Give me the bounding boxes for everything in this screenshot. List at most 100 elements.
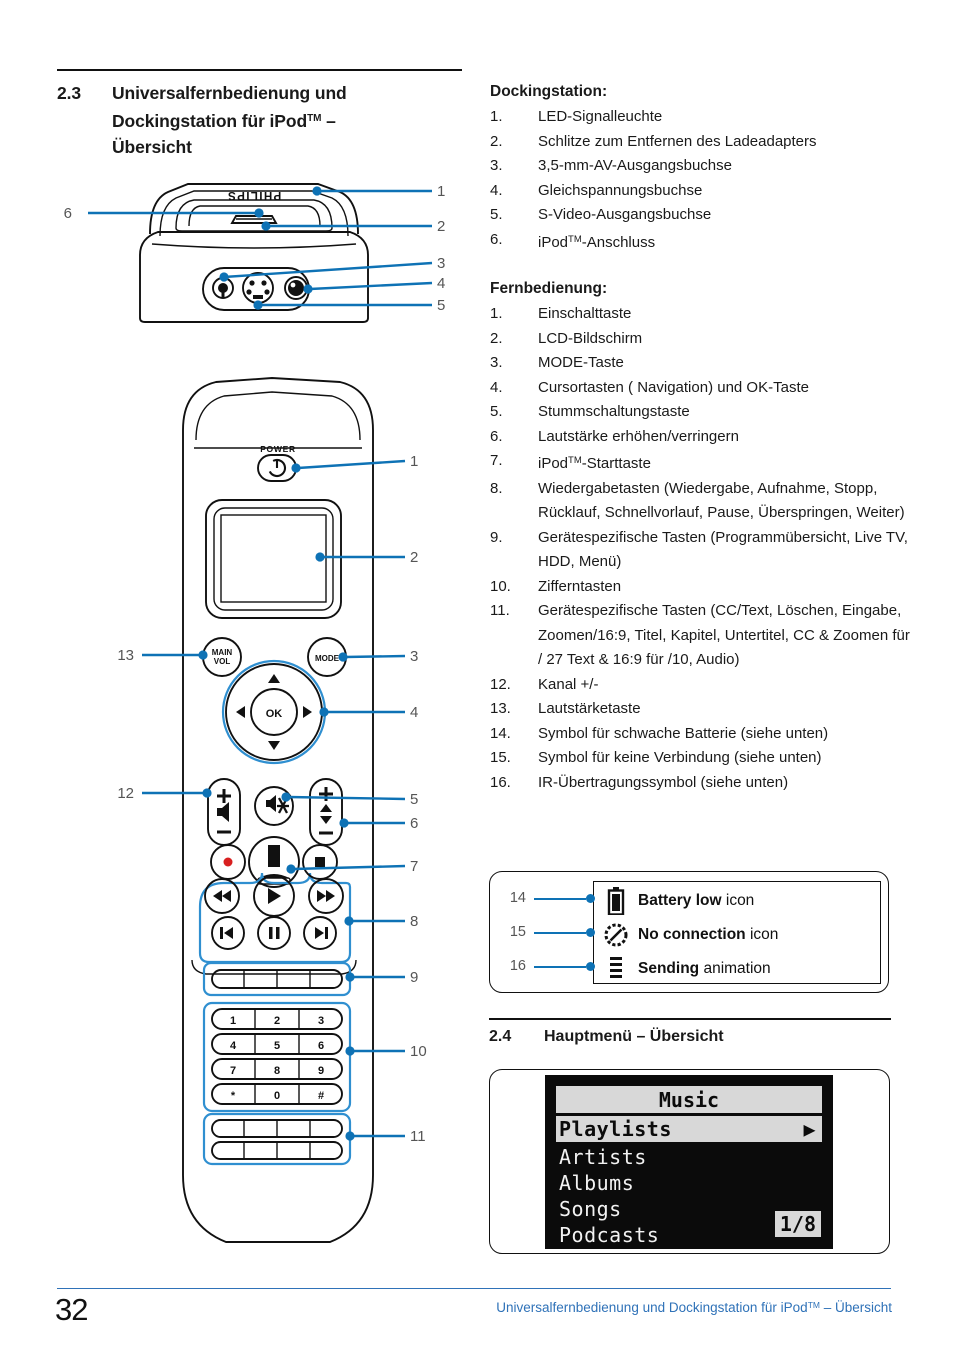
icon-legend-box: Battery low icon No connection icon Send…	[489, 871, 889, 993]
stop-icon	[315, 857, 325, 867]
lcd-menu-item[interactable]: Albums	[556, 1170, 822, 1196]
cursor-right-icon	[303, 706, 312, 718]
page-title-line-2: Dockingstation für iPodTM –	[112, 106, 477, 134]
legend-dot-16	[586, 962, 595, 971]
play-button	[253, 875, 295, 917]
list-label: Symbol für schwache Batterie (siehe unte…	[538, 724, 829, 742]
list-index: 16.	[490, 773, 511, 791]
legend-label-bold: No connection	[638, 926, 746, 943]
list-item: 15. Symbol für keine Verbindung (siehe un…	[490, 746, 910, 771]
remote-callout-10: 10	[410, 1043, 427, 1060]
legend-dot-15	[586, 928, 595, 937]
stop-button	[302, 844, 338, 880]
page-title-line-1: Universalfernbedienung und	[112, 83, 347, 103]
legend-callout-16: 16	[509, 958, 526, 974]
lcd-screen: Music Playlists ▶ Artists Albums Songs P…	[545, 1075, 833, 1249]
lcd-page-indicator: 1/8	[774, 1211, 821, 1237]
section-24-label: Hauptmenü – Übersicht	[544, 1028, 724, 1045]
remote-lcd-bezel-outer	[205, 499, 342, 619]
fernbedienung-list: 1. Einschalttaste 2. LCD-Bildschirm 3. MODE…	[490, 302, 910, 795]
legend-label-bold: Battery low	[638, 892, 722, 909]
list-item: 13. Lautstärketaste	[490, 697, 910, 722]
keypad-key-6: 6	[318, 1040, 324, 1052]
lcd-menu-item-selected[interactable]: Playlists ▶	[556, 1116, 822, 1142]
legend-label-rest: icon	[745, 926, 779, 943]
footer-caption-b: – Übersicht	[819, 1300, 892, 1315]
pause-button	[257, 916, 291, 950]
list-index: 2.	[490, 132, 503, 150]
keypad-highlight	[202, 1001, 352, 1113]
remote-callout-6: 6	[410, 815, 418, 832]
dockingstation-heading: Dockingstation:	[490, 83, 608, 100]
list-index: 1.	[490, 305, 503, 322]
fast-forward-button	[308, 878, 344, 914]
dock-callout-1: 1	[437, 183, 445, 200]
list-item: 5. Stummschaltungstaste	[490, 400, 910, 425]
device-keys-highlight	[202, 961, 352, 997]
list-index: 13.	[490, 700, 511, 717]
list-label: Einschalttaste	[538, 305, 632, 322]
page-title-line-2-b: –	[321, 111, 336, 131]
ok-label: OK	[266, 708, 283, 720]
remote-lcd-screen	[220, 514, 327, 603]
play-icon	[268, 888, 281, 904]
list-label: Lautstärke erhöhen/verringern	[538, 427, 739, 445]
list-label: Cursortasten ( Navigation) und OK-Taste	[538, 378, 809, 396]
dock-callout-4: 4	[437, 275, 445, 292]
legend-label-rest: icon	[721, 892, 755, 909]
device-key-bar-bottom-1	[211, 1119, 343, 1138]
keypad-key-hash: #	[318, 1090, 324, 1102]
remote-callout-3: 3	[410, 648, 418, 665]
main-vol-label-1: MAIN	[212, 648, 233, 657]
section-24-number: 2.4	[489, 1028, 512, 1045]
list-label: LED-Signalleuchte	[538, 108, 663, 125]
lcd-title-bar: Music	[556, 1086, 822, 1113]
list-item: 14. Symbol für schwache Batterie (siehe u…	[490, 722, 910, 747]
dock-callout-3: 3	[437, 255, 445, 272]
list-label-b: -Starttaste	[581, 455, 651, 472]
remote-illustration: POWER MAIN VOL MODE OK 1 2 3 4 5 6 7 8 9…	[117, 377, 427, 1243]
icon-legend-inner-frame: Battery low icon No connection icon Send…	[593, 881, 881, 984]
remote-callout-5: 5	[410, 791, 418, 808]
list-index: 14.	[490, 724, 511, 742]
list-item: 8. Wiedergabetasten (Wiedergabe, Aufnahme…	[490, 477, 910, 526]
footer-caption: Universalfernbedienung und Dockingstatio…	[496, 1300, 892, 1315]
list-index: 7.	[490, 452, 503, 469]
legend-callout-15: 15	[509, 924, 526, 940]
mode-button	[307, 637, 347, 677]
list-index: 5.	[490, 206, 503, 223]
list-index: 11.	[490, 602, 510, 619]
lcd-preview-frame: Music Playlists ▶ Artists Albums Songs P…	[489, 1069, 890, 1254]
list-label-b: -Anschluss	[581, 233, 656, 251]
record-icon	[223, 857, 233, 867]
plus-icon	[217, 789, 231, 803]
mode-label: MODE	[315, 654, 340, 663]
lcd-menu-item-label: Playlists	[559, 1117, 672, 1141]
list-item: 5. S-Video-Ausgangsbuchse	[490, 203, 910, 228]
lcd-menu-item[interactable]: Artists	[556, 1144, 822, 1170]
speaker-icon	[217, 802, 229, 822]
list-index: 6.	[490, 427, 503, 445]
list-item: 11. Gerätespezifische Tasten (CC/Text, Lö…	[490, 599, 910, 673]
ipod-dock-icon	[257, 845, 291, 885]
header-rule	[57, 69, 462, 71]
legend-leader-16	[534, 966, 586, 969]
next-icon	[315, 927, 328, 939]
plus-icon	[319, 787, 333, 801]
trademark-symbol: TM	[568, 233, 582, 245]
remote-callout-2: 2	[410, 549, 418, 566]
remote-callout-1: 1	[410, 453, 418, 470]
remote-callout-4: 4	[410, 704, 418, 721]
list-item: 2. Schlitze zum Entfernen des Ladeadapter…	[490, 130, 910, 155]
keypad-key-3: 3	[318, 1015, 324, 1027]
cursor-left-icon	[236, 706, 245, 718]
legend-label-rest: animation	[699, 960, 771, 977]
footer-caption-a: Universalfernbedienung und Dockingstatio…	[496, 1300, 808, 1315]
list-label: iPodTM-Anschluss	[538, 234, 655, 251]
list-item: 9. Gerätespezifische Tasten (Programmüber…	[490, 526, 910, 575]
rewind-icon	[213, 890, 231, 902]
rewind-button	[204, 878, 240, 914]
next-button	[303, 916, 337, 950]
page-root: 2. 3 Universalfernbedienung und Dockingst…	[0, 0, 954, 1350]
keypad-key-7: 7	[230, 1065, 236, 1077]
